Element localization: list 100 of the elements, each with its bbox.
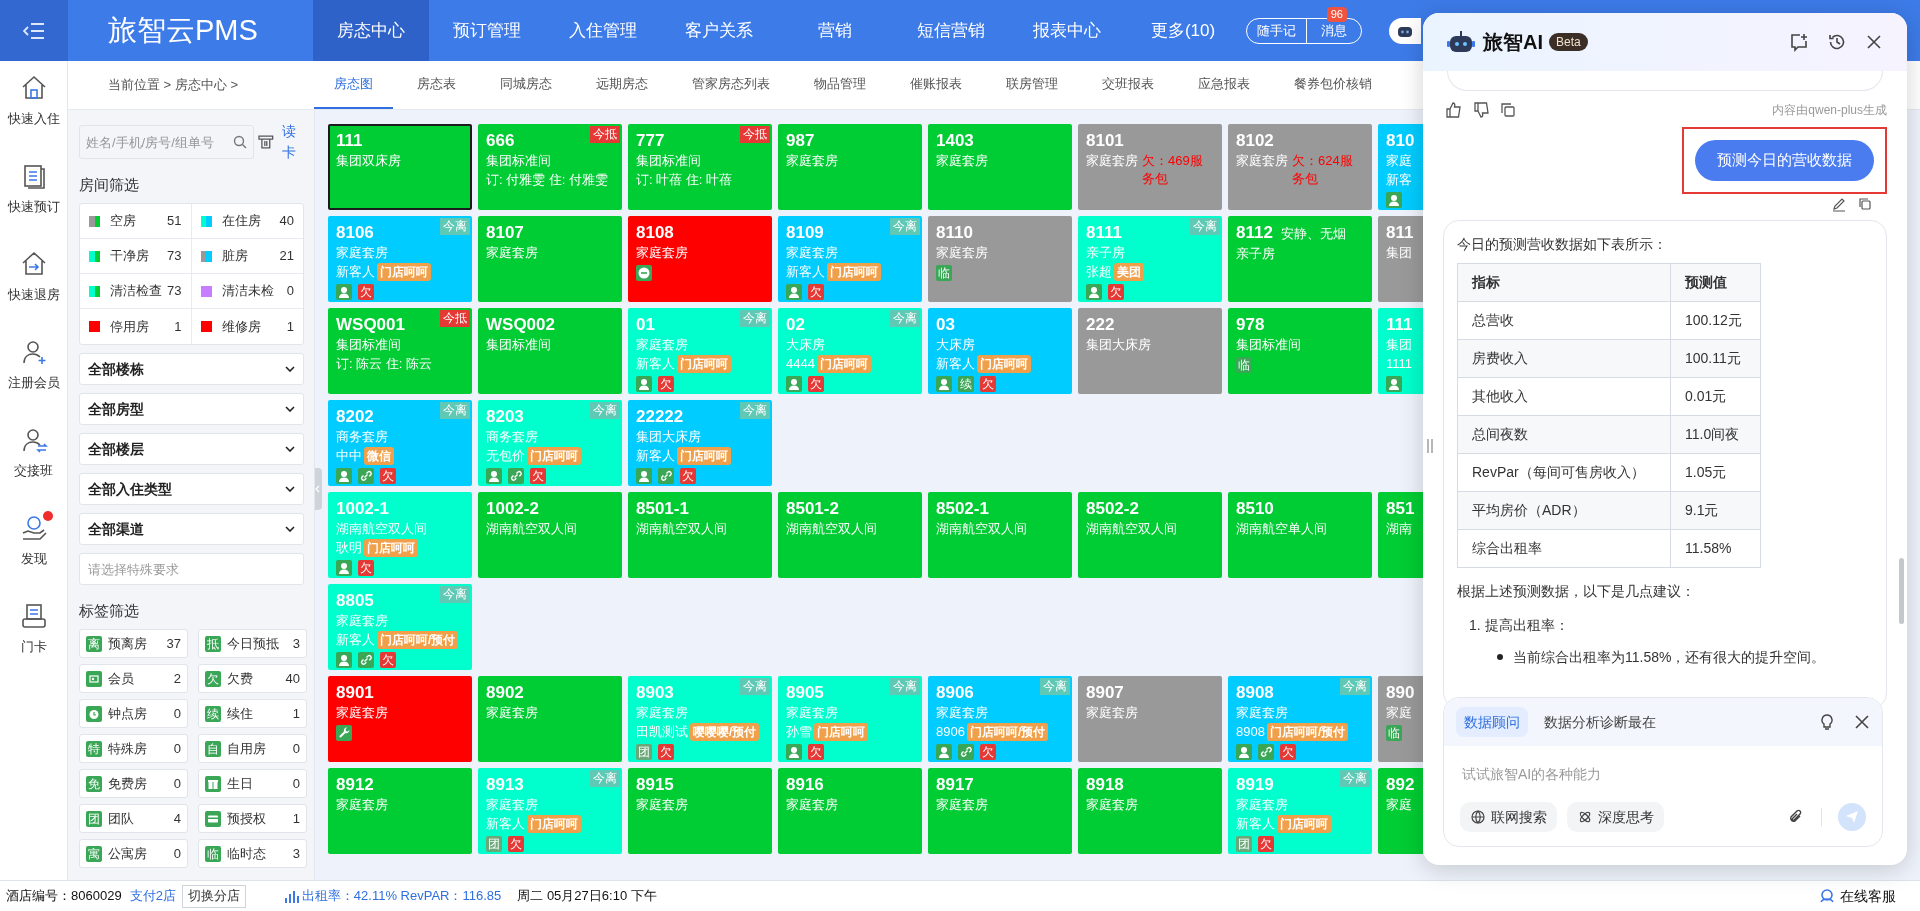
room-filter-item[interactable]: 脏房 21 bbox=[191, 239, 303, 274]
room-card[interactable]: 8112 安静、无烟 亲子房 bbox=[1228, 216, 1372, 302]
tag-filter-item[interactable]: 临 临时态 3 bbox=[198, 839, 307, 868]
room-card[interactable]: 8903 今离 家庭套房 田凯测试 嘤嘤嘤/预付 团 欠 bbox=[628, 676, 772, 762]
tag-filter-item[interactable]: 团 团队 4 bbox=[79, 804, 188, 833]
room-card[interactable]: 8916 家庭套房 bbox=[778, 768, 922, 854]
tab[interactable]: 催账报表 bbox=[890, 61, 982, 109]
room-card[interactable]: 777 今抵 集团标准间 订: 叶蓓 住: 叶蓓 bbox=[628, 124, 772, 210]
search-field[interactable]: 姓名/手机/房号/组单号 bbox=[79, 125, 254, 159]
room-card[interactable]: 8501-2 湖南航空双人间 bbox=[778, 492, 922, 578]
tag-filter-item[interactable]: 特 特殊房 0 bbox=[79, 734, 188, 763]
room-card[interactable]: 111 集团双床房 bbox=[328, 124, 472, 210]
room-filter-item[interactable]: 干净房 73 bbox=[80, 239, 192, 274]
dropdown[interactable]: 全部房型 bbox=[79, 393, 304, 425]
room-filter-item[interactable]: 空房 51 bbox=[80, 204, 192, 239]
new-chat-icon[interactable] bbox=[1789, 32, 1809, 52]
tab[interactable]: 同城房态 bbox=[480, 61, 572, 109]
room-card[interactable]: 8111 今离 亲子房 张超 美团 欠 bbox=[1078, 216, 1222, 302]
mode-tab[interactable]: 数据顾问 bbox=[1456, 707, 1528, 737]
memo-button[interactable]: 随手记 bbox=[1247, 18, 1306, 43]
room-card[interactable]: 8502-1 湖南航空双人间 bbox=[928, 492, 1072, 578]
room-card[interactable]: 8102 家庭套房 欠：624服务包 bbox=[1228, 124, 1372, 210]
room-card[interactable]: 8906 今离 家庭套房 8906 门店呵呵/预付 欠 bbox=[928, 676, 1072, 762]
search-icon[interactable] bbox=[233, 135, 247, 149]
room-card[interactable]: 8108 家庭套房 bbox=[628, 216, 772, 302]
rail-item[interactable]: 快速退房 bbox=[0, 249, 67, 337]
room-card[interactable]: 987 家庭套房 bbox=[778, 124, 922, 210]
room-card[interactable]: 222 集团大床房 bbox=[1078, 308, 1222, 394]
room-card[interactable]: 8913 今离 家庭套房 新客人 门店呵呵 团 欠 bbox=[478, 768, 622, 854]
room-card[interactable]: 666 今抵 集团标准间 订: 付雅雯 住: 付雅雯 bbox=[478, 124, 622, 210]
nav-item[interactable]: 营销 bbox=[777, 0, 893, 61]
tag-filter-item[interactable]: 钟点房 0 bbox=[79, 699, 188, 728]
rail-item[interactable]: 交接班 bbox=[0, 425, 67, 513]
nav-item[interactable]: 客户关系 bbox=[661, 0, 777, 61]
room-card[interactable]: 8907 家庭套房 bbox=[1078, 676, 1222, 762]
room-card[interactable]: 8101 家庭套房 欠：469服务包 bbox=[1078, 124, 1222, 210]
tab[interactable]: 远期房态 bbox=[576, 61, 668, 109]
tag-filter-item[interactable]: 欠 欠费 40 bbox=[198, 664, 307, 693]
room-card[interactable]: 1002-2 湖南航空双人间 bbox=[478, 492, 622, 578]
tab[interactable]: 物品管理 bbox=[794, 61, 886, 109]
room-card[interactable]: 8805 今离 家庭套房 新客人 门店呵呵/预付 欠 bbox=[328, 584, 472, 670]
tool-button[interactable]: 联网搜索 bbox=[1460, 802, 1557, 832]
room-card[interactable]: 978 集团标准间 临 bbox=[1228, 308, 1372, 394]
room-card[interactable]: 8918 家庭套房 bbox=[1078, 768, 1222, 854]
room-card[interactable]: 890 家庭 临 bbox=[1378, 676, 1423, 762]
support-button[interactable]: 在线客服 bbox=[1818, 885, 1896, 907]
room-card[interactable]: 851 湖南 bbox=[1378, 492, 1423, 578]
room-filter-item[interactable]: 清洁未检 0 bbox=[191, 274, 303, 309]
room-card[interactable]: 811 集团 bbox=[1378, 216, 1423, 302]
nav-item[interactable]: 房态中心 bbox=[313, 0, 429, 61]
nav-item[interactable]: 预订管理 bbox=[429, 0, 545, 61]
room-filter-item[interactable]: 停用房 1 bbox=[80, 309, 192, 344]
rail-item[interactable]: 发现 bbox=[0, 513, 67, 601]
scrollbar-thumb[interactable] bbox=[1899, 558, 1904, 624]
tag-filter-item[interactable]: 免 免费房 0 bbox=[79, 769, 188, 798]
resize-handle[interactable] bbox=[1427, 439, 1433, 453]
room-card[interactable]: WSQ002 集团标准间 bbox=[478, 308, 622, 394]
room-card[interactable]: 8510 湖南航空单人间 bbox=[1228, 492, 1372, 578]
tag-filter-item[interactable]: 生日 0 bbox=[198, 769, 307, 798]
history-icon[interactable] bbox=[1827, 32, 1847, 52]
room-card[interactable]: 8912 家庭套房 bbox=[328, 768, 472, 854]
room-card[interactable]: 8501-1 湖南航空双人间 bbox=[628, 492, 772, 578]
room-card[interactable]: 02 今离 大床房 4444 门店呵呵 欠 bbox=[778, 308, 922, 394]
switch-store-button[interactable]: 切换分店 bbox=[181, 884, 246, 908]
chat-input[interactable]: 试试旅智AI的各种能力 bbox=[1462, 762, 1864, 786]
dropdown[interactable]: 全部入住类型 bbox=[79, 473, 304, 505]
room-card[interactable]: 1403 家庭套房 bbox=[928, 124, 1072, 210]
nav-item[interactable]: 短信营销 bbox=[893, 0, 1009, 61]
room-card[interactable]: 1002-1 湖南航空双人间 耿明 门店呵呵 欠 bbox=[328, 492, 472, 578]
tab[interactable]: 交班报表 bbox=[1082, 61, 1174, 109]
close-icon[interactable] bbox=[1854, 714, 1870, 730]
room-filter-item[interactable]: 在住房 40 bbox=[191, 204, 303, 239]
room-filter-item[interactable]: 维修房 1 bbox=[191, 309, 303, 344]
tag-filter-item[interactable]: 寓 公寓房 0 bbox=[79, 839, 188, 868]
rail-item[interactable]: 快速入住 bbox=[0, 73, 67, 161]
room-card[interactable]: 8502-2 湖南航空双人间 bbox=[1078, 492, 1222, 578]
tag-filter-item[interactable]: 会员 2 bbox=[79, 664, 188, 693]
tab[interactable]: 应急报表 bbox=[1178, 61, 1270, 109]
room-card[interactable]: 8107 家庭套房 bbox=[478, 216, 622, 302]
tag-filter-item[interactable]: 离 预离房 37 bbox=[79, 629, 188, 658]
room-card[interactable]: 892 家庭 bbox=[1378, 768, 1423, 854]
mode-tab[interactable]: 数据分析诊断最在 bbox=[1536, 707, 1664, 737]
nav-item[interactable]: 入住管理 bbox=[545, 0, 661, 61]
tab[interactable]: 联房管理 bbox=[986, 61, 1078, 109]
room-card[interactable]: 22222 今离 集团大床房 新客人 门店呵呵 欠 bbox=[628, 400, 772, 486]
room-card[interactable]: 8202 今离 商务套房 中中 微信 欠 bbox=[328, 400, 472, 486]
room-card[interactable]: 8109 今离 家庭套房 新客人 门店呵呵 欠 bbox=[778, 216, 922, 302]
close-icon[interactable] bbox=[1865, 33, 1883, 51]
room-card[interactable]: 8919 今离 家庭套房 新客人 门店呵呵 团 欠 bbox=[1228, 768, 1372, 854]
room-card[interactable]: 01 今离 家庭套房 新客人 门店呵呵 欠 bbox=[628, 308, 772, 394]
rail-item[interactable]: 快速预订 bbox=[0, 161, 67, 249]
copy-icon[interactable] bbox=[1857, 195, 1873, 212]
dropdown[interactable]: 全部渠道 bbox=[79, 513, 304, 545]
tag-filter-item[interactable]: 自 自用房 0 bbox=[198, 734, 307, 763]
rail-item[interactable]: 注册会员 bbox=[0, 337, 67, 425]
nav-item[interactable]: 更多(10) bbox=[1125, 0, 1241, 61]
store-link[interactable]: 支付2店 bbox=[129, 886, 176, 906]
nav-item[interactable]: 报表中心 bbox=[1009, 0, 1125, 61]
dropdown[interactable]: 全部楼层 bbox=[79, 433, 304, 465]
room-card[interactable]: 8110 家庭套房 临 bbox=[928, 216, 1072, 302]
